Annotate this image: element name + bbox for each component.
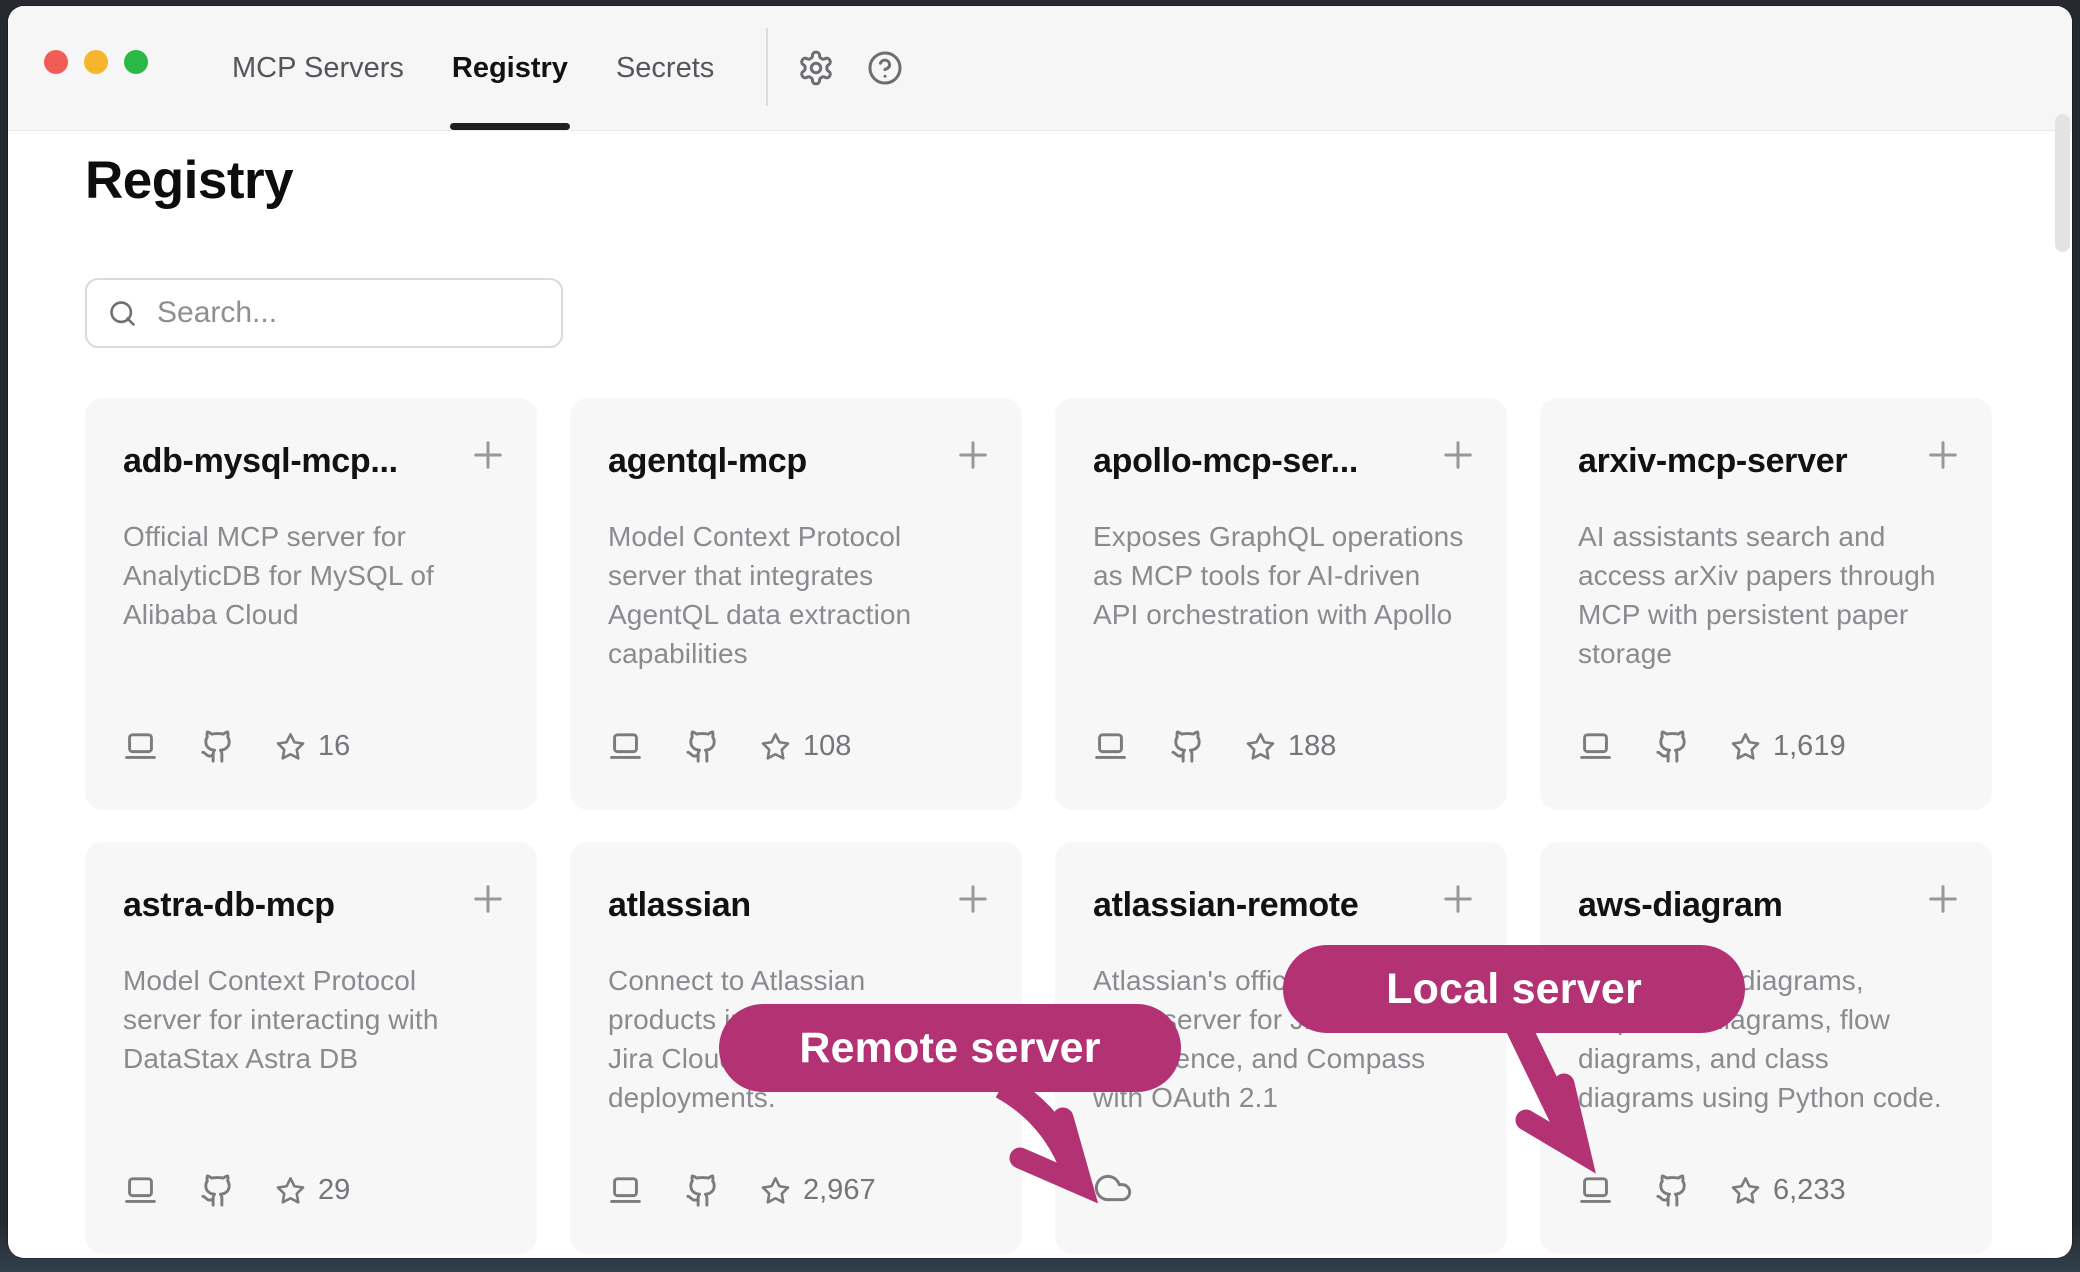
server-meta xyxy=(1093,1168,1133,1208)
star-icon xyxy=(760,731,791,762)
github-icon[interactable] xyxy=(685,729,720,764)
cloud-icon xyxy=(1093,1168,1133,1208)
page-title: Registry xyxy=(85,150,293,211)
local-server-callout: Local server xyxy=(1283,945,1745,1033)
star-count: 6,233 xyxy=(1773,1174,1846,1207)
search-input[interactable] xyxy=(155,295,545,331)
github-icon[interactable] xyxy=(1655,729,1690,764)
server-name: astra-db-mcp xyxy=(123,886,473,925)
remote-server-callout: Remote server xyxy=(719,1004,1181,1092)
search-icon xyxy=(107,298,138,329)
server-description: Exposes GraphQL operations as MCP tools … xyxy=(1093,517,1469,634)
github-icon[interactable] xyxy=(200,1173,235,1208)
star-icon xyxy=(1245,731,1276,762)
server-meta: 6,233 xyxy=(1578,1173,1846,1208)
settings-gear-icon[interactable] xyxy=(797,49,835,87)
traffic-lights xyxy=(44,50,148,74)
app-window: MCP Servers Registry Secrets Registry ad… xyxy=(8,6,2072,1258)
star-count: 108 xyxy=(803,730,851,763)
help-icon[interactable] xyxy=(866,49,904,87)
server-card-apollo-mcp-server[interactable]: apollo-mcp-ser... Exposes GraphQL operat… xyxy=(1055,398,1507,810)
server-meta: 29 xyxy=(123,1173,350,1208)
tab-registry[interactable]: Registry xyxy=(452,6,568,130)
server-card-adb-mysql-mcp[interactable]: adb-mysql-mcp... Official MCP server for… xyxy=(85,398,537,810)
laptop-icon xyxy=(1578,729,1613,764)
server-name: atlassian xyxy=(608,886,958,925)
server-description: AI assistants search and access arXiv pa… xyxy=(1578,517,1954,673)
titlebar: MCP Servers Registry Secrets xyxy=(8,6,2072,131)
server-name: atlassian-remote xyxy=(1093,886,1443,925)
scrollbar-thumb[interactable] xyxy=(2055,114,2070,252)
server-meta: 2,967 xyxy=(608,1173,876,1208)
laptop-icon xyxy=(608,1173,643,1208)
tab-secrets[interactable]: Secrets xyxy=(616,6,714,130)
star-count: 16 xyxy=(318,730,350,763)
server-meta: 108 xyxy=(608,729,851,764)
laptop-icon xyxy=(123,1173,158,1208)
server-card-arxiv-mcp-server[interactable]: arxiv-mcp-server AI assistants search an… xyxy=(1540,398,1992,810)
server-meta: 1,619 xyxy=(1578,729,1846,764)
server-grid: adb-mysql-mcp... Official MCP server for… xyxy=(85,398,1992,1254)
server-name: apollo-mcp-ser... xyxy=(1093,442,1443,481)
github-icon[interactable] xyxy=(200,729,235,764)
server-meta: 188 xyxy=(1093,729,1336,764)
server-meta: 16 xyxy=(123,729,350,764)
laptop-icon xyxy=(1093,729,1128,764)
server-name: adb-mysql-mcp... xyxy=(123,442,473,481)
search-box[interactable] xyxy=(85,278,563,348)
laptop-icon xyxy=(1578,1173,1613,1208)
github-icon[interactable] xyxy=(1655,1173,1690,1208)
toolbar-divider xyxy=(766,28,768,106)
add-server-button[interactable] xyxy=(952,434,994,476)
server-card-agentql-mcp[interactable]: agentql-mcp Model Context Protocol serve… xyxy=(570,398,1022,810)
zoom-button[interactable] xyxy=(124,50,148,74)
star-count: 1,619 xyxy=(1773,730,1846,763)
star-icon xyxy=(1730,1175,1761,1206)
laptop-icon xyxy=(123,729,158,764)
server-name: arxiv-mcp-server xyxy=(1578,442,1928,481)
server-name: aws-diagram xyxy=(1578,886,1928,925)
add-server-button[interactable] xyxy=(952,878,994,920)
star-icon xyxy=(275,1175,306,1206)
server-description: Official MCP server for AnalyticDB for M… xyxy=(123,517,499,634)
github-icon[interactable] xyxy=(1170,729,1205,764)
add-server-button[interactable] xyxy=(467,434,509,476)
server-description: Model Context Protocol server for intera… xyxy=(123,961,499,1078)
add-server-button[interactable] xyxy=(1922,878,1964,920)
star-icon xyxy=(275,731,306,762)
minimize-button[interactable] xyxy=(84,50,108,74)
star-icon xyxy=(1730,731,1761,762)
server-description: Model Context Protocol server that integ… xyxy=(608,517,984,673)
star-icon xyxy=(760,1175,791,1206)
server-name: agentql-mcp xyxy=(608,442,958,481)
tab-mcp-servers[interactable]: MCP Servers xyxy=(232,6,404,130)
star-count: 29 xyxy=(318,1174,350,1207)
add-server-button[interactable] xyxy=(1437,878,1479,920)
github-icon[interactable] xyxy=(685,1173,720,1208)
star-count: 188 xyxy=(1288,730,1336,763)
server-card-astra-db-mcp[interactable]: astra-db-mcp Model Context Protocol serv… xyxy=(85,842,537,1254)
add-server-button[interactable] xyxy=(1437,434,1479,476)
close-button[interactable] xyxy=(44,50,68,74)
star-count: 2,967 xyxy=(803,1174,876,1207)
add-server-button[interactable] xyxy=(467,878,509,920)
add-server-button[interactable] xyxy=(1922,434,1964,476)
server-card-aws-diagram[interactable]: aws-diagram Create AWS diagrams, sequenc… xyxy=(1540,842,1992,1254)
laptop-icon xyxy=(608,729,643,764)
nav-tabs: MCP Servers Registry Secrets xyxy=(232,6,714,130)
